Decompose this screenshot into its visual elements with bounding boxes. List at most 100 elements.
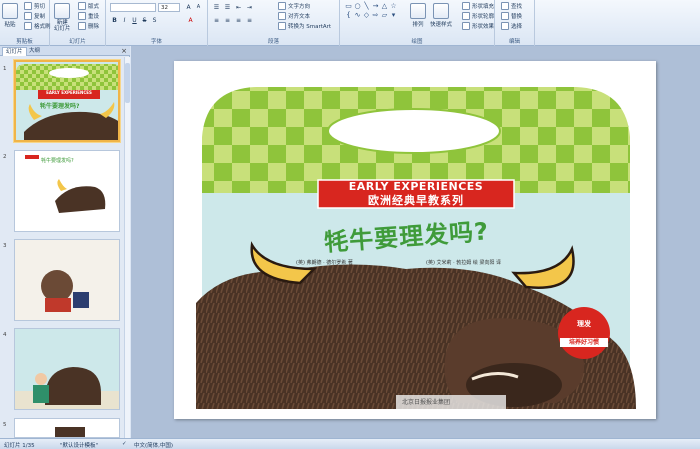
close-icon[interactable]: × (121, 47, 127, 55)
arrange-button[interactable]: 排列 (410, 3, 426, 28)
thumb-number: 4 (3, 332, 7, 338)
paste-icon (2, 3, 18, 19)
shape-more-icon[interactable]: ▾ (389, 11, 398, 19)
shadow-button[interactable]: S (150, 16, 159, 25)
align-center-button[interactable]: ≡ (223, 16, 232, 25)
reset-button[interactable]: 重设 (78, 12, 99, 20)
align-text-button[interactable]: 对齐文本 (278, 12, 310, 20)
align-right-button[interactable]: ≡ (234, 16, 243, 25)
smartart-icon (278, 22, 286, 30)
book-cover: EARLY EXPERIENCES 欧洲经典早教系列 牦牛要理发吗? (英) 弗… (196, 73, 636, 409)
replace-button[interactable]: 替换 (501, 12, 522, 20)
find-button[interactable]: 查找 (501, 2, 522, 10)
spellcheck-icon[interactable]: ✓ (122, 441, 127, 447)
text-direction-button[interactable]: 文字方向 (278, 2, 310, 10)
drawing-group: ▭ ○ ╲ → △ ☆ { ∿ ◇ ⇨ ▱ ▾ 排列 快速样式 形状填充 形状轮… (340, 0, 495, 46)
outline-icon (462, 12, 470, 20)
shape-line-icon[interactable]: ╲ (362, 2, 371, 10)
clipboard-group: 粘贴 剪切 复制 格式刷 剪贴板 (0, 0, 51, 46)
shape-brace-icon[interactable]: { (344, 11, 353, 19)
shape-outline-button[interactable]: 形状轮廓 (462, 12, 494, 20)
new-slide-button[interactable]: 新建 幻灯片 (54, 3, 71, 32)
bullets-button[interactable]: ☰ (212, 3, 221, 12)
slide-thumbnail-2[interactable]: 牦牛要理发吗? (14, 150, 120, 232)
slide-thumbnail-4[interactable] (14, 328, 120, 410)
thumb-number: 1 (3, 66, 7, 72)
quick-styles-label: 快速样式 (430, 22, 453, 28)
align-left-button[interactable]: ≡ (212, 16, 221, 25)
select-icon (501, 22, 509, 30)
delete-slide-button[interactable]: 删除 (78, 22, 99, 30)
font-name-combo[interactable] (110, 3, 156, 12)
copy-button[interactable]: 复制 (24, 12, 45, 20)
slide-thumbnail-1[interactable]: EARLY EXPERIENCES 牦牛要理发吗? (14, 60, 120, 142)
font-group-label: 字体 (150, 39, 162, 45)
thumb-number: 3 (3, 243, 7, 249)
brush-icon (24, 22, 32, 30)
shape-rectangle-icon[interactable]: ▭ (344, 2, 353, 10)
fill-icon (462, 2, 470, 10)
layout-button[interactable]: 版式 (78, 2, 99, 10)
ribbon: 粘贴 剪切 复制 格式刷 剪贴板 新建 幻灯片 版式 重设 删除 幻灯片 32 … (0, 0, 700, 46)
copy-icon (24, 12, 32, 20)
font-color-button[interactable]: A (186, 16, 195, 25)
cut-button[interactable]: 剪切 (24, 2, 45, 10)
paste-button[interactable]: 粘贴 (2, 3, 18, 28)
grow-font-button[interactable]: A (184, 3, 193, 12)
thumb-page-art (15, 419, 119, 437)
shape-diamond-icon[interactable]: ◇ (362, 11, 371, 19)
bold-button[interactable]: B (110, 16, 119, 25)
quick-styles-button[interactable]: 快速样式 (430, 3, 452, 28)
replace-icon (501, 12, 509, 20)
slide-thumbnail-5[interactable] (14, 418, 120, 438)
scissors-icon (24, 2, 32, 10)
clipboard-group-label: 剪贴板 (16, 39, 33, 45)
arrange-icon (410, 3, 426, 19)
paragraph-group-label: 段落 (267, 39, 279, 45)
select-button[interactable]: 选择 (501, 22, 522, 30)
shape-oval-icon[interactable]: ○ (353, 2, 362, 10)
shape-effects-button[interactable]: 形状效果 (462, 22, 494, 30)
shape-callout-icon[interactable]: ▱ (380, 11, 389, 19)
cover-publisher: 北京日报报业集团 (402, 399, 451, 406)
thumb2-title-text: 牦牛要理发吗? (41, 158, 74, 164)
arrange-label: 排列 (412, 22, 424, 28)
shape-star-icon[interactable]: ☆ (389, 2, 398, 10)
current-slide[interactable]: EARLY EXPERIENCES 欧洲经典早教系列 牦牛要理发吗? (英) 弗… (174, 61, 656, 419)
format-painter-button[interactable]: 格式刷 (24, 22, 51, 30)
tab-outline[interactable]: 大纲 (26, 47, 43, 56)
shape-triangle-icon[interactable]: △ (380, 2, 389, 10)
slide-editing-area: EARLY EXPERIENCES 欧洲经典早教系列 牦牛要理发吗? (英) 弗… (131, 46, 700, 438)
cover-credits-left: (英) 弗朗德 · 德尔罗希 著 (296, 260, 353, 266)
language-status: 中文(简体,中国) (134, 443, 174, 449)
quick-styles-icon (433, 3, 449, 19)
font-size-combo[interactable]: 32 (158, 3, 180, 12)
increase-indent-button[interactable]: ⇥ (245, 3, 254, 12)
thumb-number: 2 (3, 154, 7, 160)
shape-arrow-icon[interactable]: → (371, 2, 380, 10)
italic-button[interactable]: I (120, 16, 129, 25)
justify-button[interactable]: ≡ (245, 16, 254, 25)
align-text-icon (278, 12, 286, 20)
cover-credits-right: (英) 艾米莉 · 勃拉姆 绘 梁向阳 译 (426, 260, 502, 266)
panel-scrollbar[interactable] (124, 57, 130, 438)
decrease-indent-button[interactable]: ⇤ (234, 3, 243, 12)
smartart-button[interactable]: 转换为 SmartArt (278, 22, 331, 30)
strikethrough-button[interactable]: S (140, 16, 149, 25)
drawing-group-label: 绘图 (411, 39, 423, 45)
thumb-page-art (15, 329, 119, 409)
numbering-button[interactable]: ☰ (223, 3, 232, 12)
shape-fill-button[interactable]: 形状填充 (462, 2, 494, 10)
paste-label: 粘贴 (4, 22, 16, 28)
shape-curve-icon[interactable]: ∿ (353, 11, 362, 19)
underline-button[interactable]: U (130, 16, 139, 25)
shape-block-arrow-icon[interactable]: ⇨ (371, 11, 380, 19)
find-icon (501, 2, 509, 10)
slide-thumbnail-3[interactable] (14, 239, 120, 321)
tab-slides[interactable]: 幻灯片 (2, 47, 27, 56)
panel-tabs: 幻灯片 大纲 × (0, 46, 130, 56)
theme-name: "默认设计模板" (60, 443, 99, 449)
shrink-font-button[interactable]: A (194, 3, 203, 12)
scrollbar-thumb[interactable] (125, 63, 130, 103)
cover-banner-en: EARLY EXPERIENCES (348, 180, 484, 193)
